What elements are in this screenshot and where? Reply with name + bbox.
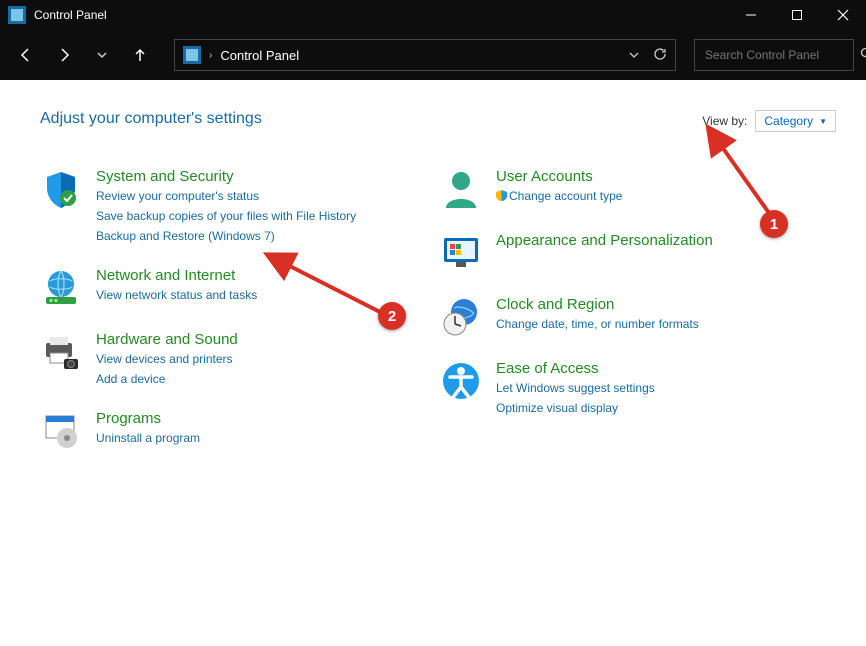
category-title[interactable]: Clock and Region xyxy=(496,296,699,313)
titlebar: Control Panel xyxy=(0,0,866,30)
category-link[interactable]: Save backup copies of your files with Fi… xyxy=(96,207,356,225)
category-user-accounts: User Accounts Change account type xyxy=(440,168,836,210)
maximize-button[interactable] xyxy=(774,0,820,30)
annotation-badge-2: 2 xyxy=(378,302,406,330)
category-link[interactable]: Uninstall a program xyxy=(96,429,200,447)
category-appearance: Appearance and Personalization xyxy=(440,232,836,274)
refresh-button[interactable] xyxy=(653,47,667,64)
forward-button[interactable] xyxy=(50,41,78,69)
recent-dropdown[interactable] xyxy=(88,41,116,69)
annotation-badge-1: 1 xyxy=(760,210,788,238)
search-icon xyxy=(860,47,866,63)
monitor-icon xyxy=(440,232,482,274)
address-bar[interactable]: › Control Panel xyxy=(174,39,676,71)
category-ease-of-access: Ease of Access Let Windows suggest setti… xyxy=(440,360,836,417)
category-title[interactable]: Ease of Access xyxy=(496,360,655,377)
chevron-right-icon: › xyxy=(209,50,212,61)
user-icon xyxy=(440,168,482,210)
window-title: Control Panel xyxy=(34,8,728,22)
category-link[interactable]: View network status and tasks xyxy=(96,286,257,304)
category-link[interactable]: Change account type xyxy=(496,187,622,205)
view-by-dropdown[interactable]: Category ▼ xyxy=(755,110,836,132)
category-title[interactable]: Appearance and Personalization xyxy=(496,232,713,249)
category-network-internet: Network and Internet View network status… xyxy=(40,267,380,309)
category-link[interactable]: Add a device xyxy=(96,370,238,388)
category-title[interactable]: Hardware and Sound xyxy=(96,331,238,348)
category-link[interactable]: Review your computer's status xyxy=(96,187,356,205)
caret-down-icon: ▼ xyxy=(819,117,827,126)
view-by-label: View by: xyxy=(702,114,747,128)
category-link[interactable]: Let Windows suggest settings xyxy=(496,379,655,397)
view-by-value: Category xyxy=(764,114,813,128)
up-button[interactable] xyxy=(126,41,154,69)
category-title[interactable]: System and Security xyxy=(96,168,356,185)
category-title[interactable]: Programs xyxy=(96,410,200,427)
shield-icon xyxy=(40,168,82,210)
category-system-security: System and Security Review your computer… xyxy=(40,168,380,245)
address-dropdown-icon[interactable] xyxy=(629,48,639,63)
search-input[interactable] xyxy=(705,48,860,62)
category-link[interactable]: Change date, time, or number formats xyxy=(496,315,699,333)
printer-icon xyxy=(40,331,82,373)
globe-icon xyxy=(40,267,82,309)
close-button[interactable] xyxy=(820,0,866,30)
category-programs: Programs Uninstall a program xyxy=(40,410,380,452)
category-link[interactable]: View devices and printers xyxy=(96,350,238,368)
category-title[interactable]: User Accounts xyxy=(496,168,622,185)
accessibility-icon xyxy=(440,360,482,402)
view-by-control: View by: Category ▼ xyxy=(702,110,836,132)
category-title[interactable]: Network and Internet xyxy=(96,267,257,284)
programs-icon xyxy=(40,410,82,452)
search-box[interactable] xyxy=(694,39,854,71)
address-text: Control Panel xyxy=(220,48,299,63)
navbar: › Control Panel xyxy=(0,30,866,80)
location-icon xyxy=(183,46,201,64)
category-link[interactable]: Backup and Restore (Windows 7) xyxy=(96,227,356,245)
clock-globe-icon xyxy=(440,296,482,338)
category-clock-region: Clock and Region Change date, time, or n… xyxy=(440,296,836,338)
minimize-button[interactable] xyxy=(728,0,774,30)
app-icon xyxy=(8,6,26,24)
back-button[interactable] xyxy=(12,41,40,69)
category-link[interactable]: Optimize visual display xyxy=(496,399,655,417)
content-area: Adjust your computer's settings View by:… xyxy=(0,80,866,646)
uac-shield-icon xyxy=(496,188,507,199)
category-hardware-sound: Hardware and Sound View devices and prin… xyxy=(40,331,380,388)
